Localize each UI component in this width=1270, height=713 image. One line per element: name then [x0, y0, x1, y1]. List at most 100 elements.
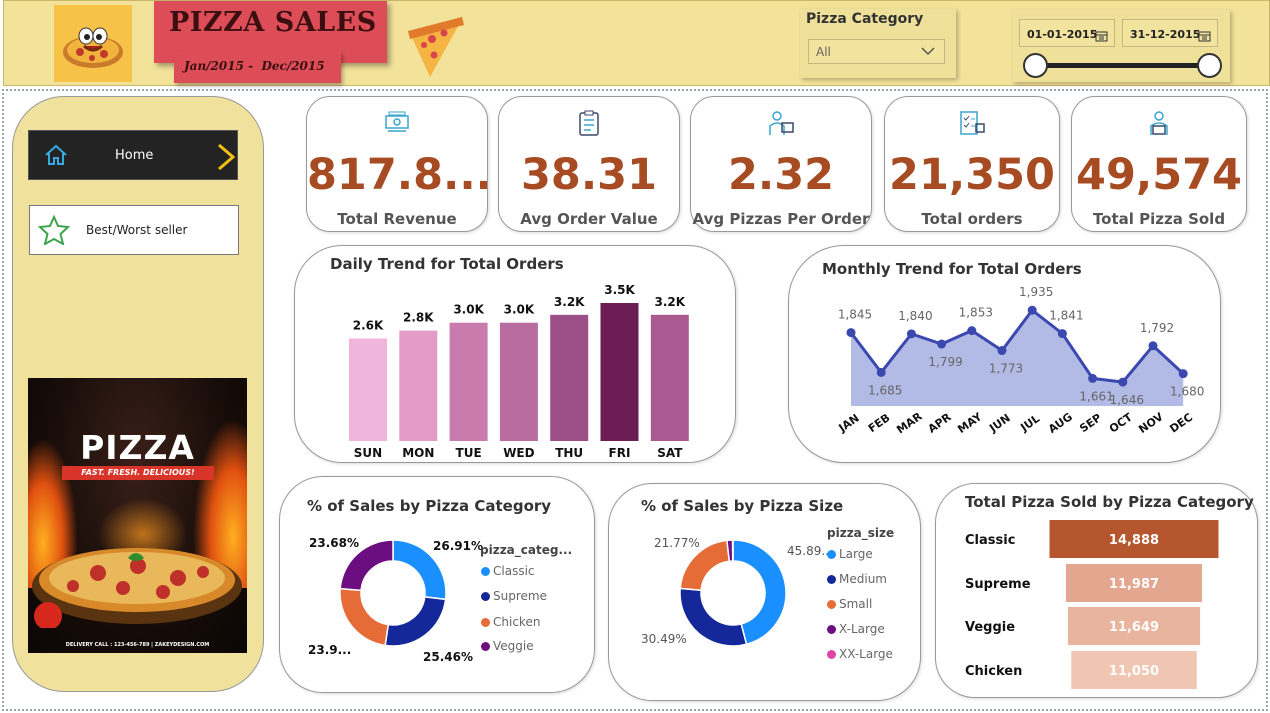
legend-label: Classic: [493, 564, 535, 578]
bar-wed: [499, 322, 538, 441]
x-tick-label: WED: [503, 446, 534, 460]
bar-fri: [600, 303, 639, 441]
data-point: [1027, 305, 1037, 315]
data-point: [1178, 369, 1188, 379]
data-label: 1,773: [989, 362, 1023, 376]
pizza-promo-image: PIZZA FAST. FRESH. DELICIOUS! DELIVERY C…: [28, 378, 247, 653]
data-label: 1,840: [898, 309, 932, 323]
home-nav-label: Home: [115, 148, 154, 163]
data-label: 1,935: [1019, 285, 1053, 299]
x-tick-label: MAY: [955, 410, 985, 436]
x-tick-label: JUN: [986, 411, 1012, 435]
legend-label: XX-Large: [839, 647, 893, 661]
x-tick-label: DEC: [1167, 411, 1195, 436]
clipboard-icon: [577, 109, 601, 141]
x-tick-label: TUE: [456, 446, 482, 460]
page-title: PIZZA SALES: [169, 7, 377, 38]
kpi-label: Avg Order Value: [520, 210, 658, 228]
donut-label-veggie: 23.68%: [309, 536, 359, 550]
data-label: 3.5K: [604, 283, 635, 297]
legend-item-large[interactable]: Large: [827, 547, 873, 561]
start-date-input[interactable]: 01-01-2015: [1019, 19, 1115, 47]
category-label: Chicken: [965, 664, 1022, 679]
sales-by-category-card: % of Sales by Pizza Category 26.91% 25.4…: [279, 476, 595, 693]
data-label: 11,987: [1109, 577, 1159, 592]
legend-item-xx-large[interactable]: XX-Large: [827, 647, 893, 661]
slicer-label: Pizza Category: [806, 11, 924, 27]
bar-tue: [449, 322, 488, 441]
legend-label: Large: [839, 547, 873, 561]
kpi-value: 21,350: [889, 150, 1055, 200]
kpi-value: 49,574: [1076, 150, 1242, 200]
kpi-label: Avg Pizzas Per Order: [692, 210, 870, 228]
subtitle-banner: Jan/2015 - Dec/2015: [174, 51, 341, 83]
category-label: Veggie: [965, 620, 1015, 635]
promo-title: PIZZA: [80, 428, 195, 467]
data-point: [846, 328, 856, 338]
money-icon: [383, 109, 411, 139]
data-label: 14,888: [1109, 533, 1159, 548]
date-slider-end-handle[interactable]: [1197, 53, 1222, 78]
slice-medium: [679, 587, 748, 647]
kpi-value: 38.31: [520, 150, 657, 200]
legend-item-small[interactable]: Small: [827, 597, 872, 611]
slice-chicken: [339, 587, 390, 647]
pizza-sold-funnel-chart: 14,888 Classic 11,987 Supreme 11,649 Veggie 11…: [965, 520, 1219, 689]
data-point: [906, 329, 916, 339]
legend-item-x-large[interactable]: X-Large: [827, 622, 885, 636]
data-label: 1,680: [1170, 385, 1204, 399]
data-point: [1057, 329, 1067, 339]
start-date-value: 01-01-2015: [1027, 28, 1098, 41]
legend-item-medium[interactable]: Medium: [827, 572, 887, 586]
kpi-value: 817.8...: [307, 150, 487, 200]
data-label: 3.0K: [453, 303, 484, 317]
monthly-trend-chart: 1,845 JAN 1,685 FEB 1,840 MAR 1,799 APR 1,853 MAY…: [836, 285, 1205, 436]
monthly-trend-card: Monthly Trend for Total Orders 1,845 JAN 1…: [788, 245, 1221, 463]
order-checklist-icon: [958, 109, 986, 141]
data-label: 1,799: [928, 355, 962, 369]
donut-label-chicken: 23.9...: [308, 643, 352, 657]
date-slider-track[interactable]: [1035, 63, 1211, 68]
kpi-label: Total Pizza Sold: [1092, 210, 1226, 228]
kpi-card-total-orders: 21,350 Total orders: [884, 96, 1060, 232]
legend-label: Medium: [839, 572, 887, 586]
x-tick-label: FRI: [609, 446, 631, 460]
dropdown-value: All: [816, 45, 831, 59]
x-tick-label: MAR: [894, 409, 925, 436]
pizza-picture: [32, 548, 242, 628]
bar-sat: [650, 314, 689, 441]
date-slider-start-handle[interactable]: [1023, 53, 1048, 78]
sales-by-size-card: % of Sales by Pizza Size 45.89... 30.49%…: [608, 483, 921, 701]
legend-item-classic[interactable]: Classic: [481, 564, 535, 578]
x-tick-label: JUL: [1017, 412, 1042, 435]
home-nav-button[interactable]: Home: [28, 130, 238, 180]
size-donut-chart: [679, 539, 787, 647]
data-point: [967, 326, 977, 336]
pizza-category-slicer: Pizza Category All: [800, 9, 956, 78]
legend-item-chicken[interactable]: Chicken: [481, 615, 540, 629]
data-point: [937, 339, 947, 349]
delivery-person-icon: [766, 109, 796, 141]
x-tick-label: OCT: [1107, 410, 1135, 435]
legend-item-supreme[interactable]: Supreme: [481, 589, 547, 603]
best-worst-seller-button[interactable]: Best/Worst seller: [29, 205, 239, 255]
star-icon: [37, 214, 71, 249]
legend-item-veggie[interactable]: Veggie: [481, 639, 534, 653]
end-date-input[interactable]: 31-12-2015: [1122, 19, 1218, 47]
chevron-right-icon: [215, 143, 237, 175]
x-tick-label: APR: [926, 410, 954, 435]
x-tick-label: MON: [402, 446, 434, 460]
data-point: [1118, 377, 1128, 387]
calendar-icon: [1095, 27, 1108, 46]
legend-title: pizza_categ...: [480, 543, 573, 557]
x-tick-label: FEB: [866, 411, 893, 435]
kpi-value: 2.32: [727, 150, 835, 200]
x-tick-label: SAT: [657, 446, 683, 460]
bar-thu: [550, 314, 589, 441]
home-icon: [43, 143, 69, 171]
calendar-icon: [1198, 27, 1211, 46]
x-tick-label: THU: [555, 446, 583, 460]
data-label: 1,646: [1110, 393, 1144, 407]
category-dropdown[interactable]: All: [808, 39, 945, 64]
x-tick-label: SUN: [354, 446, 382, 460]
